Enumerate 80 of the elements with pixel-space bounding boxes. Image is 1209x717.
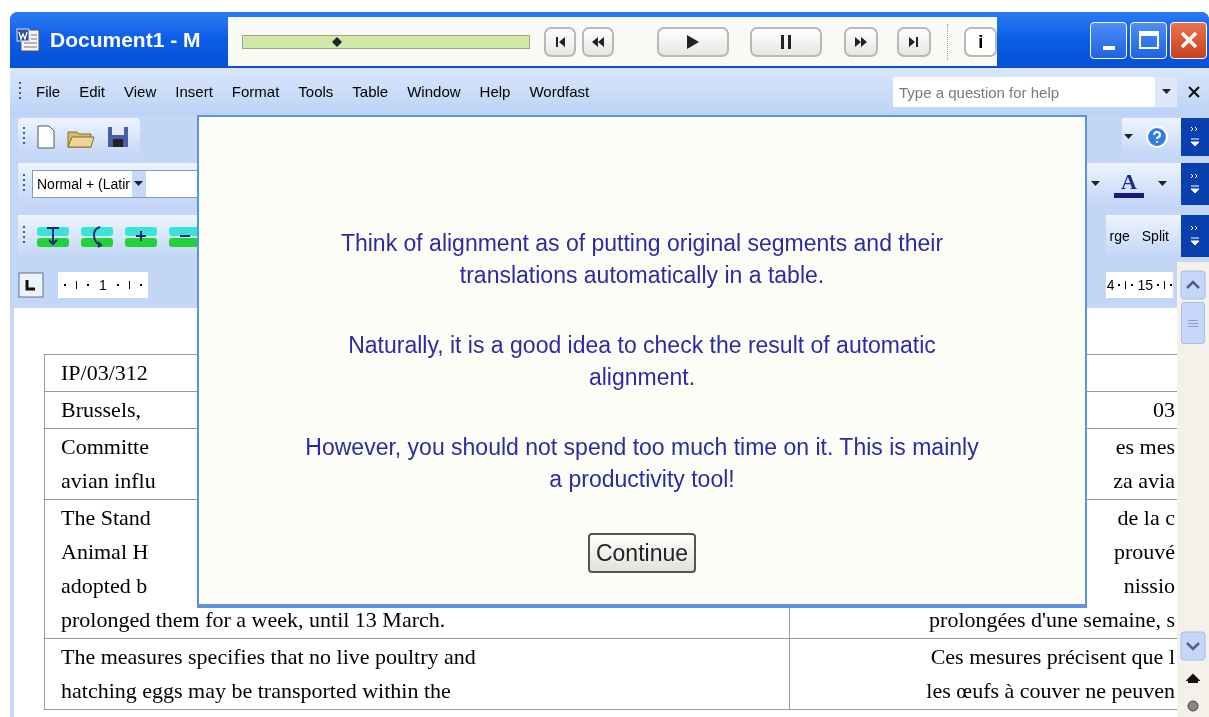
close-icon[interactable]: [1187, 85, 1201, 99]
skip-back-icon: [554, 35, 566, 48]
scroll-down-icon[interactable]: [1180, 631, 1206, 661]
rewind-icon: [591, 35, 605, 48]
table-cell-text: Committe: [61, 433, 149, 461]
menu-item[interactable]: Edit: [71, 78, 114, 106]
skip-to-start-button[interactable]: [544, 26, 576, 57]
browse-object-icon[interactable]: [1186, 699, 1200, 713]
dialog-message: However, you should not spend too much time on it. This is mainly a productivity tool!: [305, 433, 979, 494]
scroll-thumb[interactable]: [1181, 302, 1205, 344]
minimize-button[interactable]: [1090, 21, 1127, 59]
dropdown-caret-icon[interactable]: [1124, 134, 1133, 140]
caret-icon[interactable]: [134, 181, 144, 187]
window-title: Document1 - M: [50, 27, 201, 54]
maximize-button[interactable]: [1130, 21, 1167, 59]
menu-item[interactable]: Format: [223, 78, 288, 106]
ruler-ticks-icon: [116, 281, 142, 289]
table-cell-text: adopted b: [61, 572, 148, 600]
pause-icon: [779, 33, 794, 50]
menu-item[interactable]: Window: [399, 78, 469, 106]
dropdown-caret-icon[interactable]: [1158, 181, 1167, 187]
table-cell-text: prolongées d'une semaine, s: [929, 606, 1175, 634]
help-icon[interactable]: [1145, 125, 1169, 149]
vertical-scrollbar[interactable]: [1177, 262, 1209, 717]
ruler-number: 4: [1106, 275, 1115, 295]
table-cell-text: hatching eggs may be transported within the: [61, 677, 451, 705]
table-cell-text: Animal H: [61, 538, 149, 566]
continue-button[interactable]: Continue: [587, 533, 697, 573]
ruler-ticks-icon: [1157, 281, 1172, 289]
ruler-ticks-icon: [64, 281, 89, 289]
menu-item[interactable]: Insert: [167, 78, 221, 106]
dropdown-caret-icon[interactable]: [1091, 181, 1100, 187]
table-cell-text: prouvé: [1113, 538, 1175, 566]
close-button[interactable]: [1170, 21, 1207, 59]
play-icon: [685, 33, 700, 50]
curved-arrow-icon[interactable]: [80, 223, 114, 249]
close-icon: [1178, 30, 1199, 50]
menu-item[interactable]: File: [28, 78, 69, 106]
scroll-up-icon[interactable]: [1180, 270, 1206, 300]
font-color-button[interactable]: A: [1114, 170, 1144, 198]
table-cell-text: za avia: [1113, 467, 1175, 495]
rewind-button[interactable]: [582, 26, 614, 57]
table-cell-text: Brussels,: [61, 396, 143, 424]
play-button[interactable]: [656, 26, 729, 57]
skip-to-end-button[interactable]: [897, 26, 932, 57]
new-document-icon[interactable]: [36, 124, 56, 150]
dialog-message: Naturally, it is a good idea to check the result of automatic alignment.: [348, 331, 936, 392]
pause-button[interactable]: [750, 26, 823, 57]
toolbar-button[interactable]: rge: [1109, 225, 1130, 247]
skip-forward-icon: [908, 35, 921, 48]
menu-item[interactable]: Wordfast: [521, 78, 598, 106]
menu-item[interactable]: Help: [471, 78, 519, 106]
table-cell-text: es mes: [1115, 433, 1175, 461]
table-cell-text: prolonged them for a week, until 13 March.: [61, 606, 446, 634]
tab-stop-icon[interactable]: [18, 272, 44, 298]
table-cell-text: The measures specifies that no live poultry and: [61, 643, 476, 671]
info-button[interactable]: i: [964, 26, 997, 57]
seek-thumb[interactable]: [331, 35, 344, 48]
table-cell-text: Ces mesures précisent que l: [930, 643, 1175, 671]
table-cell-text: IP/03/312: [61, 359, 148, 387]
seek-track[interactable]: [242, 34, 530, 49]
ruler-number: 1: [99, 275, 107, 295]
table-cell-text: The Stand: [61, 504, 151, 532]
dropdown-caret-icon[interactable]: [1161, 89, 1171, 95]
table-cell-text: nissio: [1123, 572, 1175, 600]
table-cell-text: les œufs à couver ne peuven: [926, 677, 1175, 705]
table-cell-text: 03: [1153, 396, 1175, 424]
toolbar-button[interactable]: Split: [1141, 225, 1169, 247]
dialog-message: Think of alignment as of putting original segments and their translations automatically in a table.: [340, 229, 944, 290]
ruler-number: 15: [1137, 275, 1153, 295]
menu-item[interactable]: View: [116, 78, 165, 106]
fast-forward-button[interactable]: [843, 26, 878, 57]
help-search-field[interactable]: Type a question for help: [893, 77, 1155, 107]
menu-item[interactable]: Table: [344, 78, 397, 106]
ruler-ticks-icon: [1118, 281, 1134, 289]
table-cell-text: avian influ: [61, 467, 156, 495]
document-icon: [16, 27, 42, 53]
fast-forward-icon: [853, 35, 868, 48]
menu-item[interactable]: Tools: [290, 78, 342, 106]
table-cell-text: de la c: [1117, 504, 1175, 532]
